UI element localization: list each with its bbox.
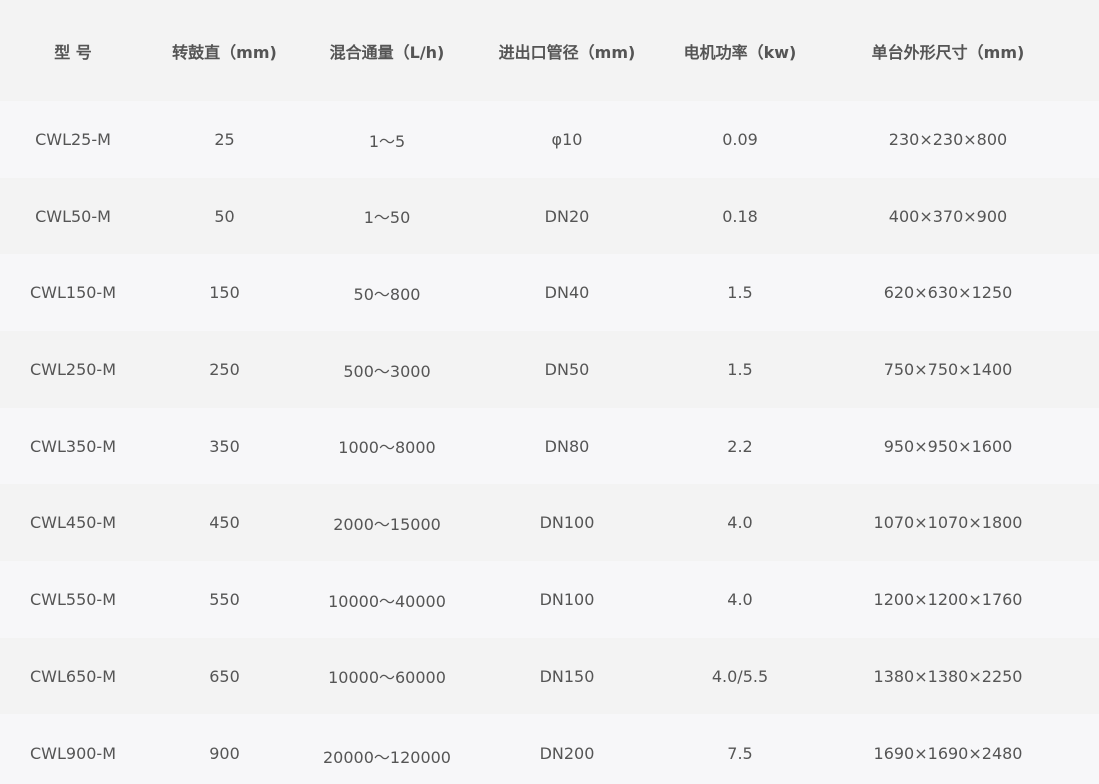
table-row: CWL550-M 550 10000～40000 DN100 4.0 1200×… [0,561,1099,638]
cell-mixing-flux: 1～5 [368,131,406,151]
cell-mixing-flux: 1～50 [363,208,411,227]
cell-drum-diameter: 900 [209,744,240,763]
cell-dimensions: 1380×1380×2250 [873,666,1023,686]
header-drum-diameter: 转鼓直（mm) [172,42,277,62]
cell-dimensions: 1070×1070×1800 [873,513,1023,532]
header-model: 型 号 [54,42,92,62]
cell-pipe-diameter: DN50 [544,360,590,379]
cell-motor-power: 4.0/5.5 [711,666,769,686]
cell-pipe-diameter: DN40 [544,283,590,302]
table-row: CWL650-M 650 10000～60000 DN150 4.0/5.5 1… [0,638,1099,714]
cell-mixing-flux: 20000～120000 [323,748,451,767]
cell-model: CWL150-M [29,283,117,302]
cell-dimensions: 230×230×800 [888,130,1008,149]
cell-motor-power: 1.5 [727,283,753,302]
cell-drum-diameter: 50 [214,206,235,226]
cell-motor-power: 4.0 [727,590,753,609]
header-pipe-diameter: 进出口管径（mm) [498,42,636,62]
cell-drum-diameter: 450 [209,513,240,532]
table-row: CWL50-M 50 1～50 DN20 0.18 400×370×900 [0,178,1099,254]
header-dimensions: 单台外形尺寸（mm) [871,42,1025,62]
cell-pipe-diameter: DN20 [544,206,590,226]
cell-mixing-flux: 10000～40000 [328,591,446,611]
cell-drum-diameter: 25 [214,130,235,149]
cell-model: CWL550-M [29,590,117,609]
cell-motor-power: 4.0 [727,513,753,532]
cell-motor-power: 0.09 [722,130,758,149]
cell-pipe-diameter: DN200 [539,744,595,763]
cell-mixing-flux: 500～3000 [343,361,431,381]
cell-mixing-flux: 1000～8000 [338,438,436,457]
cell-dimensions: 620×630×1250 [883,283,1013,302]
cell-model: CWL25-M [35,130,111,149]
cell-motor-power: 1.5 [727,360,753,379]
cell-pipe-diameter: φ10 [551,130,583,149]
header-motor-power: 电机功率（kw) [683,42,797,62]
cell-dimensions: 400×370×900 [888,206,1008,226]
cell-drum-diameter: 350 [209,436,240,456]
cell-mixing-flux: 50～800 [353,284,421,304]
cell-model: CWL50-M [35,206,111,226]
cell-model: CWL450-M [29,513,117,532]
cell-mixing-flux: 10000～60000 [328,668,446,687]
table-row: CWL450-M 450 2000～15000 DN100 4.0 1070×1… [0,484,1099,561]
cell-model: CWL650-M [29,666,117,686]
cell-motor-power: 7.5 [727,744,753,763]
cell-dimensions: 750×750×1400 [883,360,1013,379]
cell-motor-power: 2.2 [727,436,753,456]
table-row: CWL25-M 25 1～5 φ10 0.09 230×230×800 [0,101,1099,178]
cell-dimensions: 1200×1200×1760 [873,590,1023,609]
table-row: CWL150-M 150 50～800 DN40 1.5 620×630×125… [0,254,1099,331]
cell-dimensions: 950×950×1600 [883,436,1013,456]
cell-motor-power: 0.18 [722,206,758,226]
table-row: CWL250-M 250 500～3000 DN50 1.5 750×750×1… [0,331,1099,408]
spec-table: 型 号 转鼓直（mm) 混合通量（L/h) 进出口管径（mm) 电机功率（kw)… [0,0,1099,784]
cell-drum-diameter: 650 [209,666,240,686]
cell-pipe-diameter: DN100 [539,590,595,609]
cell-pipe-diameter: DN150 [539,666,595,686]
cell-model: CWL250-M [29,360,117,379]
cell-drum-diameter: 150 [209,283,240,302]
cell-drum-diameter: 250 [209,360,240,379]
table-row: CWL900-M 900 20000～120000 DN200 7.5 1690… [0,714,1099,784]
cell-pipe-diameter: DN100 [539,513,595,532]
cell-dimensions: 1690×1690×2480 [873,744,1023,763]
table-row: CWL350-M 350 1000～8000 DN80 2.2 950×950×… [0,408,1099,484]
cell-mixing-flux: 2000～15000 [333,514,441,534]
cell-model: CWL350-M [29,436,117,456]
cell-pipe-diameter: DN80 [544,436,590,456]
table-header-row: 型 号 转鼓直（mm) 混合通量（L/h) 进出口管径（mm) 电机功率（kw)… [0,0,1099,101]
cell-model: CWL900-M [29,744,117,763]
cell-drum-diameter: 550 [209,590,240,609]
header-mixing-flux: 混合通量（L/h) [329,42,445,62]
